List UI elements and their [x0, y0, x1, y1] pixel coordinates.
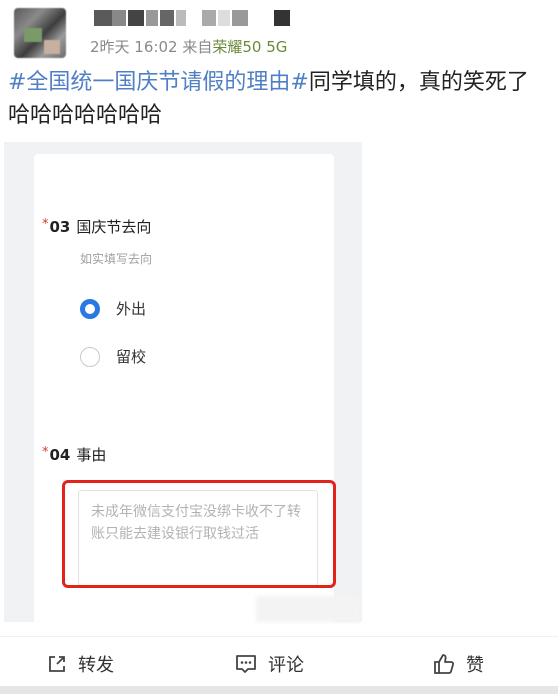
question-4-title: *04 事由 — [42, 444, 106, 465]
question-label: 事由 — [76, 446, 107, 464]
repost-label: 转发 — [78, 655, 114, 676]
comment-label: 评论 — [268, 655, 304, 676]
like-label: 赞 — [466, 655, 484, 676]
bottom-edge — [0, 686, 558, 694]
option-stay[interactable]: 留校 — [80, 346, 146, 367]
red-highlight-box — [62, 480, 336, 588]
blur-patch — [256, 596, 360, 622]
question-number: 04 — [49, 446, 71, 464]
post-time: 2昨天 16:02 — [90, 38, 178, 56]
required-mark: * — [42, 445, 49, 460]
radio-selected-icon[interactable] — [80, 298, 100, 319]
option-label: 外出 — [116, 300, 147, 318]
device-link[interactable]: 荣耀50 5G — [212, 38, 287, 56]
repost-button[interactable]: 转发 — [46, 651, 114, 677]
required-mark: * — [42, 217, 49, 232]
thumb-up-icon — [434, 654, 455, 674]
share-icon — [49, 656, 65, 672]
question-3-hint: 如实填写去向 — [80, 252, 153, 266]
comment-button[interactable]: 评论 — [234, 651, 304, 677]
option-label: 留校 — [116, 348, 147, 366]
comment-icon — [236, 655, 256, 673]
avatar[interactable] — [14, 8, 66, 58]
from-label: 来自 — [182, 38, 213, 56]
like-button[interactable]: 赞 — [432, 651, 484, 677]
radio-empty-icon[interactable] — [80, 346, 100, 367]
username-mosaic[interactable] — [94, 10, 294, 28]
post-meta: 2昨天 16:02 来自荣耀50 5G — [90, 36, 287, 57]
question-number: 03 — [49, 218, 71, 236]
topic-link[interactable]: #全国统一国庆节请假的理由# — [8, 70, 309, 95]
post-header: 2昨天 16:02 来自荣耀50 5G — [0, 0, 558, 62]
option-out[interactable]: 外出 — [80, 298, 146, 319]
question-label: 国庆节去向 — [76, 218, 152, 236]
question-3-title: *03 国庆节去向 — [42, 216, 151, 237]
post-text: #全国统一国庆节请假的理由#同学填的，真的笑死了哈哈哈哈哈哈哈 — [8, 66, 548, 132]
